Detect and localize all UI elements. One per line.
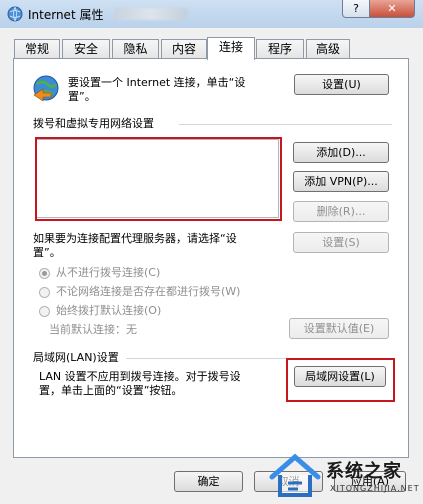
add-connection-button[interactable]: 添加(D)...: [293, 142, 389, 163]
radio-dial-whenever[interactable]: [39, 287, 50, 298]
tab-privacy[interactable]: 隐私: [112, 39, 159, 59]
setup-text-line2: 置”。: [68, 90, 96, 103]
tab-general[interactable]: 常规: [14, 39, 60, 59]
watermark-text: 系统之家: [326, 461, 402, 482]
internet-globe-icon: [7, 6, 23, 22]
tab-programs[interactable]: 程序: [256, 39, 304, 59]
watermark-subtext: XITONGZHIJIA.NET: [330, 484, 420, 493]
proxy-text-line2: 置”。: [33, 246, 61, 259]
proxy-text-line1: 如果要为连接配置代理服务器，请选择“设: [33, 232, 237, 245]
current-default-label: 当前默认连接：: [49, 323, 126, 336]
lan-text-line2: 置，单击上面的“设置”按钮。: [39, 384, 183, 397]
radio-never-dial[interactable]: [39, 268, 50, 279]
site-watermark: 系统之家 XITONGZHIJIA.NET: [262, 447, 423, 504]
remove-button[interactable]: 删除(R)...: [293, 201, 389, 222]
dialup-divider: [179, 124, 392, 125]
set-default-button[interactable]: 设置默认值(E): [289, 318, 389, 339]
window-title: Internet 属性: [28, 8, 104, 22]
internet-setup-globe-icon: [33, 75, 59, 102]
tab-connections[interactable]: 连接: [207, 37, 255, 60]
option-dial-whenever-label: 不论网络连接是否存在都进行拨号(W): [56, 285, 241, 298]
help-button[interactable]: ?: [342, 0, 370, 18]
house-logo-icon: [269, 453, 321, 497]
lan-text-line1: LAN 设置不应用到拨号连接。对于拨号设: [39, 370, 241, 383]
connections-panel: 要设置一个 Internet 连接，单击“设 置”。 设置(U) 拨号和虚拟专用…: [13, 58, 409, 458]
internet-properties-window: Internet 属性 ? ✕ 常规 安全 隐私 内容 连接 程序 高级 要设置…: [0, 0, 423, 504]
close-button[interactable]: ✕: [369, 0, 415, 18]
option-never-dial-label: 从不进行拨号连接(C): [56, 266, 161, 279]
setup-button[interactable]: 设置(U): [294, 74, 389, 95]
tab-content[interactable]: 内容: [161, 39, 207, 59]
option-always-default-label: 始终拨打默认连接(O): [56, 304, 162, 317]
lan-heading: 局域网(LAN)设置: [33, 351, 119, 364]
add-vpn-button[interactable]: 添加 VPN(P)...: [293, 171, 389, 192]
title-bar[interactable]: Internet 属性 ? ✕: [0, 0, 423, 28]
dialup-settings-button[interactable]: 设置(S): [293, 232, 389, 253]
setup-text-line1: 要设置一个 Internet 连接，单击“设: [68, 76, 246, 89]
listbox-highlight: [35, 137, 282, 221]
dialup-heading: 拨号和虚拟专用网络设置: [33, 117, 154, 130]
ok-button[interactable]: 确定: [174, 471, 243, 492]
blurred-title-suffix: [114, 8, 188, 20]
current-default-value: 无: [126, 323, 137, 336]
radio-always-default[interactable]: [39, 306, 50, 317]
lan-button-highlight: [286, 358, 395, 402]
tab-advanced[interactable]: 高级: [306, 39, 350, 59]
tab-security[interactable]: 安全: [62, 39, 110, 59]
